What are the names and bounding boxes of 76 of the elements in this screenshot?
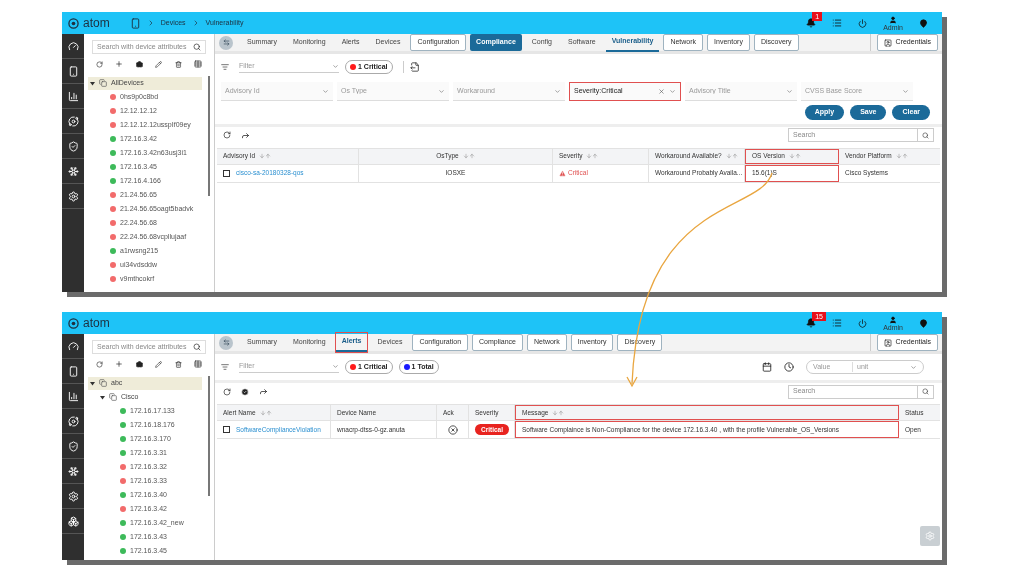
caret-icon[interactable] xyxy=(90,80,95,86)
list-icon[interactable] xyxy=(832,318,843,328)
logo-icon xyxy=(68,17,79,29)
bell-icon[interactable] xyxy=(806,318,817,328)
user-icon[interactable] xyxy=(889,315,898,324)
orbit-icon[interactable] xyxy=(67,115,79,127)
id-card-icon xyxy=(883,338,892,347)
scrollbar[interactable] xyxy=(208,76,210,196)
settings-icon[interactable] xyxy=(67,490,79,502)
location-icon[interactable] xyxy=(919,18,928,28)
ack-icon[interactable] xyxy=(447,424,458,435)
refresh-icon[interactable] xyxy=(223,131,231,139)
folder-icon xyxy=(99,79,107,87)
gear-icon xyxy=(925,531,935,541)
caret-icon[interactable] xyxy=(100,394,105,400)
calendar-icon[interactable] xyxy=(762,362,772,372)
clock-icon[interactable] xyxy=(784,362,794,372)
export-icon[interactable] xyxy=(409,62,420,72)
power-icon[interactable] xyxy=(858,18,868,28)
share-icon[interactable] xyxy=(241,130,250,140)
phone-icon[interactable] xyxy=(67,365,79,377)
search-icon[interactable] xyxy=(193,43,201,51)
refresh-icon[interactable] xyxy=(96,60,103,68)
refresh-icon[interactable] xyxy=(96,360,103,368)
row-checkbox[interactable] xyxy=(223,169,230,177)
add-icon[interactable] xyxy=(115,60,124,68)
shield-icon[interactable] xyxy=(67,440,79,452)
logo-icon xyxy=(68,317,79,329)
folder-icon xyxy=(109,393,117,401)
power-icon[interactable] xyxy=(858,318,868,328)
acknowledge-icon[interactable] xyxy=(241,387,249,396)
user-icon[interactable] xyxy=(889,15,898,24)
phone-icon[interactable] xyxy=(129,17,141,29)
row-checkbox[interactable] xyxy=(223,426,230,433)
caret-icon[interactable] xyxy=(90,380,95,386)
logo-text: atom xyxy=(83,15,110,32)
table-icon[interactable] xyxy=(193,360,202,368)
bell-icon[interactable] xyxy=(806,18,817,28)
filter-icon[interactable] xyxy=(221,363,229,371)
swap-button[interactable] xyxy=(219,35,233,50)
search-icon[interactable] xyxy=(922,388,929,395)
bar-chart-icon[interactable] xyxy=(67,90,79,102)
search-icon[interactable] xyxy=(922,131,929,139)
location-icon[interactable] xyxy=(919,318,928,328)
search-icon[interactable] xyxy=(193,343,201,351)
filter-icon[interactable] xyxy=(221,63,229,71)
swap-button[interactable] xyxy=(219,335,233,350)
bar-chart-icon[interactable] xyxy=(67,390,79,402)
delete-icon[interactable] xyxy=(174,60,182,68)
folder-icon xyxy=(99,379,107,387)
briefcase-icon[interactable] xyxy=(135,60,143,68)
phone-icon[interactable] xyxy=(67,65,79,77)
table-icon[interactable] xyxy=(193,60,202,68)
logo-text: atom xyxy=(83,315,110,332)
refresh-icon[interactable] xyxy=(223,387,231,396)
scrollbar[interactable] xyxy=(208,376,210,496)
delete-icon[interactable] xyxy=(174,360,182,368)
orbit-icon[interactable] xyxy=(67,415,79,427)
swap-icon xyxy=(222,39,230,46)
clear-icon[interactable] xyxy=(658,88,665,95)
cubes-icon[interactable] xyxy=(67,515,79,527)
briefcase-icon[interactable] xyxy=(135,360,143,368)
add-icon[interactable] xyxy=(115,360,124,368)
edit-icon[interactable] xyxy=(155,360,163,368)
warning-icon xyxy=(559,169,566,177)
snowflake-icon[interactable] xyxy=(67,465,79,477)
edit-icon[interactable] xyxy=(155,60,163,68)
list-icon[interactable] xyxy=(832,18,843,28)
snowflake-icon[interactable] xyxy=(67,165,79,177)
share-icon[interactable] xyxy=(259,387,268,396)
settings-icon[interactable] xyxy=(67,190,79,202)
id-card-icon xyxy=(883,38,892,47)
gauge-icon[interactable] xyxy=(67,340,79,352)
shield-icon[interactable] xyxy=(67,140,79,152)
gauge-icon[interactable] xyxy=(67,40,79,52)
swap-icon xyxy=(222,339,230,346)
